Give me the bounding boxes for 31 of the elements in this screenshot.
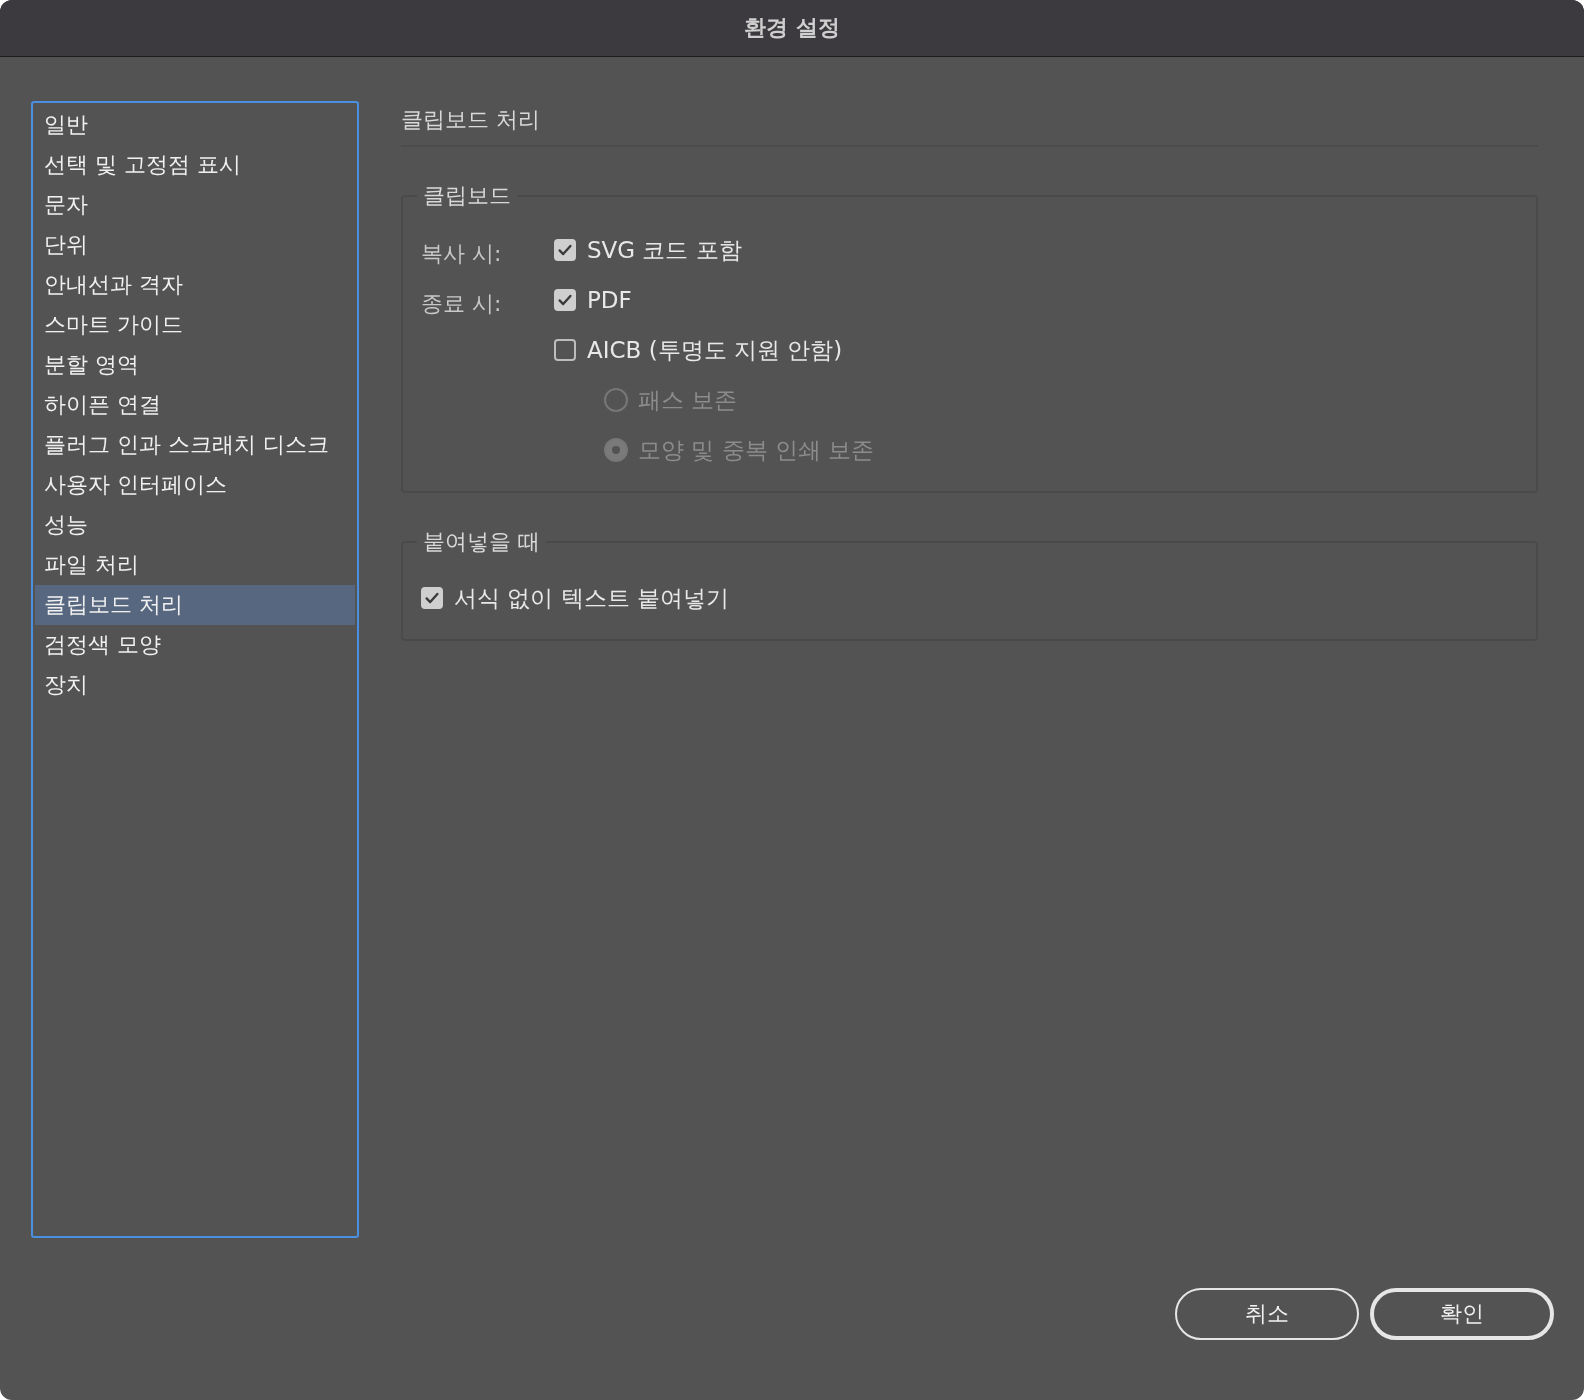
sidebar-item[interactable]: 클립보드 처리 <box>35 585 355 625</box>
option-text: 모양 및 중복 인쇄 보존 <box>638 435 875 465</box>
sidebar-item[interactable]: 장치 <box>35 665 355 705</box>
checkbox[interactable] <box>554 289 576 311</box>
sidebar-item[interactable]: 선택 및 고정점 표시 <box>35 145 355 185</box>
section-title: 클립보드 처리 <box>401 101 1538 147</box>
window-title: 환경 설정 <box>744 14 840 42</box>
option-text: SVG 코드 포함 <box>587 235 742 265</box>
sidebar-item[interactable]: 파일 처리 <box>35 545 355 585</box>
option-label: 복사 시: <box>421 240 502 268</box>
sidebar-item[interactable]: 스마트 가이드 <box>35 305 355 345</box>
sidebar-item[interactable]: 일반 <box>35 105 355 145</box>
sidebar-item[interactable]: 단위 <box>35 225 355 265</box>
sidebar-item[interactable]: 사용자 인터페이스 <box>35 465 355 505</box>
option-text: PDF <box>587 287 632 313</box>
sidebar-item[interactable]: 하이픈 연결 <box>35 385 355 425</box>
sidebar-item[interactable]: 플러그 인과 스크래치 디스크 <box>35 425 355 465</box>
option-text: 서식 없이 텍스트 붙여넣기 <box>454 583 729 613</box>
option-text: 패스 보존 <box>638 385 738 415</box>
checkbox[interactable] <box>554 339 576 361</box>
sidebar-item[interactable]: 문자 <box>35 185 355 225</box>
sidebar-item[interactable]: 분할 영역 <box>35 345 355 385</box>
sidebar-item[interactable]: 성능 <box>35 505 355 545</box>
dialog-button[interactable]: 확인 <box>1370 1288 1554 1340</box>
checkbox[interactable] <box>554 239 576 261</box>
dialog-button[interactable]: 취소 <box>1175 1288 1359 1340</box>
sidebar-item[interactable]: 안내선과 격자 <box>35 265 355 305</box>
checkbox[interactable] <box>421 587 443 609</box>
option-label: 종료 시: <box>421 290 502 318</box>
option-text: AICB (투명도 지원 안함) <box>587 335 843 365</box>
sidebar-item[interactable]: 검정색 모양 <box>35 625 355 665</box>
